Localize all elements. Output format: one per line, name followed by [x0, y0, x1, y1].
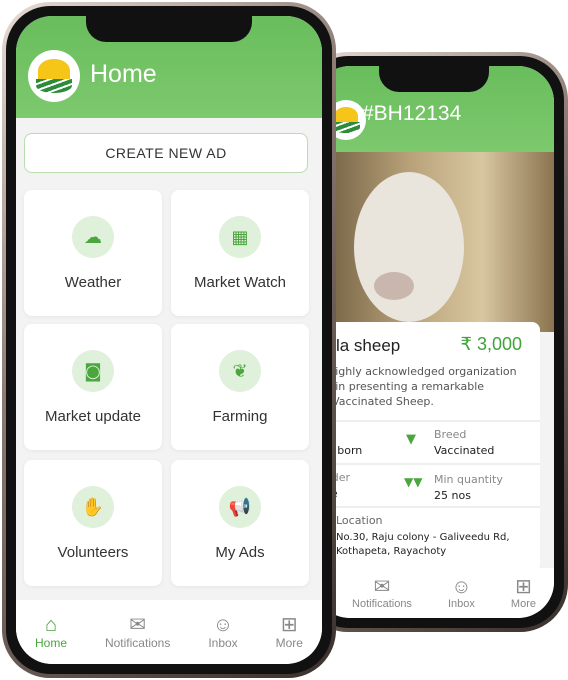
age-breed-row: ge ew born ▼ Breed Vaccinated — [314, 420, 540, 462]
listing-price: ₹ 3,000 — [460, 334, 523, 354]
location-row: Location No.30, Raju colony - Galiveedu … — [314, 506, 540, 566]
plant-hand-icon: ❦ — [219, 350, 261, 392]
nav-more[interactable]: ⊞ More — [276, 614, 303, 650]
nav-home[interactable]: ⌂ Home — [35, 614, 67, 650]
listing-description: e highly acknowledged organization ed in… — [318, 365, 517, 408]
envelope-icon: ✉ — [373, 576, 391, 598]
gender-quantity-row: ender lale ▼▼ Min quantity 25 nos — [314, 463, 540, 505]
building-icon: ▦ — [219, 216, 261, 258]
tile-market-watch[interactable]: ▦ Market Watch — [171, 190, 309, 316]
home-icon: ⌂ — [44, 614, 58, 636]
envelope-icon: ✉ — [129, 614, 147, 636]
cow-icon: ▼ — [406, 432, 416, 447]
create-new-ad-button[interactable]: CREATE NEW AD — [24, 133, 308, 173]
back-phone: #BH12134 kala sheep ₹ 3,000 e highly ack… — [300, 52, 568, 632]
app-logo — [28, 50, 80, 102]
listing-card: kala sheep ₹ 3,000 e highly acknowledged… — [314, 322, 540, 572]
tile-my-ads[interactable]: 📢 My Ads — [171, 460, 309, 586]
nav-notifications[interactable]: ✉ Notifications — [105, 614, 170, 650]
tile-farming[interactable]: ❦ Farming — [171, 324, 309, 450]
nav-inbox[interactable]: ☺ Inbox — [448, 576, 475, 610]
headset-icon: ◙ — [72, 350, 114, 392]
front-phone: Home CREATE NEW AD ☁ Weather ▦ Market Watc… — [2, 2, 336, 678]
cows-icon: ▼▼ — [404, 475, 423, 489]
tile-weather[interactable]: ☁ Weather — [24, 190, 162, 316]
page-title: Home — [90, 60, 157, 88]
home-screen: Home CREATE NEW AD ☁ Weather ▦ Market Watc… — [16, 16, 322, 664]
tile-market-update[interactable]: ◙ Market update — [24, 324, 162, 450]
notch — [86, 16, 252, 42]
bottom-nav: ✉ Notifications ☺ Inbox ⊞ More — [314, 568, 554, 618]
weather-icon: ☁ — [72, 216, 114, 258]
raised-hands-icon: ✋ — [72, 486, 114, 528]
listing-id-title: #BH12134 — [362, 102, 462, 125]
grid-icon: ⊞ — [515, 576, 532, 598]
chat-icon: ☺ — [451, 576, 472, 598]
sheep-photo — [314, 152, 554, 332]
tile-volunteers[interactable]: ✋ Volunteers — [24, 460, 162, 586]
notch — [379, 66, 489, 92]
megaphone-icon: 📢 — [219, 486, 261, 528]
grid-icon: ⊞ — [280, 614, 298, 636]
nav-notifications[interactable]: ✉ Notifications — [352, 576, 412, 610]
nav-inbox[interactable]: ☺ Inbox — [208, 614, 237, 650]
bottom-nav: ⌂ Home ✉ Notifications ☺ Inbox ⊞ More — [16, 600, 322, 664]
chat-icon: ☺ — [212, 614, 234, 636]
listing-screen: #BH12134 kala sheep ₹ 3,000 e highly ack… — [314, 66, 554, 618]
nav-more[interactable]: ⊞ More — [511, 576, 536, 610]
